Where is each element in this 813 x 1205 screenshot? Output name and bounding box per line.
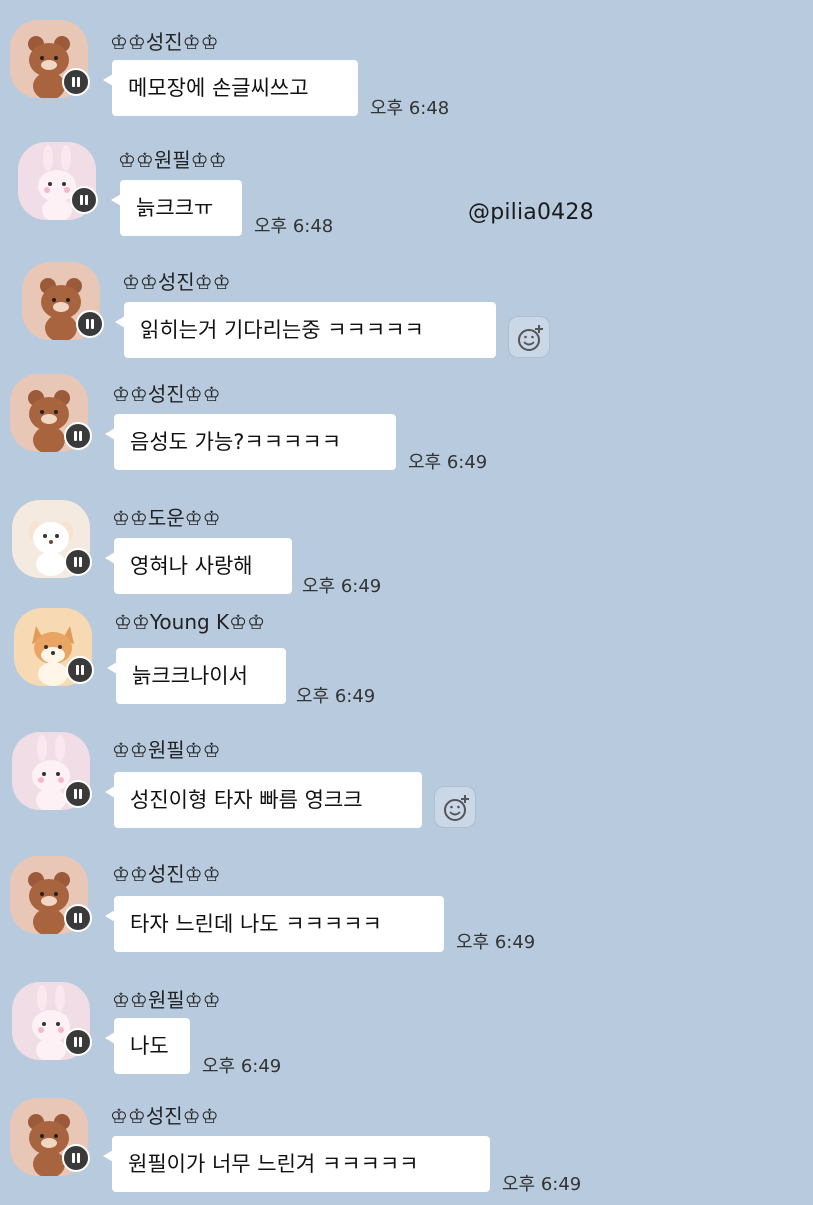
sender-name: ♔♔원필♔♔ [112, 738, 221, 762]
message-time: 오후 6:49 [456, 932, 536, 953]
message-bubble[interactable]: 늙크크ㅠ [111, 180, 242, 236]
channel-badge-icon [70, 186, 98, 214]
message-bubble[interactable]: 원필이가 너무 느린겨 ㅋㅋㅋㅋㅋ [103, 1136, 490, 1192]
chat-message: ♔♔원필♔♔ 성진이형 타자 빠름 영크크 [0, 730, 813, 845]
channel-badge-icon [64, 548, 92, 576]
add-reaction-icon[interactable] [434, 786, 476, 828]
message-bubble[interactable]: 성진이형 타자 빠름 영크크 [105, 772, 422, 828]
message-time: 오후 6:48 [254, 216, 334, 237]
sender-name: ♔♔Young K♔♔ [114, 610, 266, 634]
chat-message: ♔♔Young K♔♔ 늙크크나이서 오후 6:49 [0, 606, 813, 721]
chat-message: ♔♔성진♔♔ 원필이가 너무 느린겨 ㅋㅋㅋㅋㅋ 오후 6:49 [0, 1096, 813, 1205]
message-bubble[interactable]: 영혀나 사랑해 [105, 538, 292, 594]
message-time: 오후 6:49 [202, 1056, 282, 1077]
message-time: 오후 6:49 [296, 686, 376, 707]
message-time: 오후 6:49 [502, 1174, 582, 1195]
message-bubble[interactable]: 나도 [105, 1018, 190, 1074]
channel-badge-icon [64, 904, 92, 932]
chat-message: ♔♔성진♔♔ 읽히는거 기다리는중 ㅋㅋㅋㅋㅋ [0, 260, 813, 375]
sender-name: ♔♔원필♔♔ [112, 988, 221, 1012]
sender-name: ♔♔원필♔♔ [118, 148, 227, 172]
sender-name: ♔♔성진♔♔ [110, 1104, 219, 1128]
message-time: 오후 6:48 [370, 98, 450, 119]
message-time: 오후 6:49 [302, 576, 382, 597]
message-bubble[interactable]: 늙크크나이서 [107, 648, 286, 704]
chat-message: ♔♔성진♔♔ 타자 느린데 나도 ㅋㅋㅋㅋㅋ 오후 6:49 [0, 854, 813, 969]
channel-badge-icon [64, 422, 92, 450]
sender-name: ♔♔성진♔♔ [112, 862, 221, 886]
channel-badge-icon [64, 1028, 92, 1056]
chat-message: ♔♔성진♔♔ 메모장에 손글씨쓰고 오후 6:48 [0, 18, 813, 133]
sender-name: ♔♔성진♔♔ [110, 30, 219, 54]
message-bubble[interactable]: 음성도 가능?ㅋㅋㅋㅋㅋ [105, 414, 396, 470]
message-bubble[interactable]: 읽히는거 기다리는중 ㅋㅋㅋㅋㅋ [115, 302, 496, 358]
sender-name: ♔♔도운♔♔ [112, 506, 221, 530]
channel-badge-icon [64, 780, 92, 808]
sender-name: ♔♔성진♔♔ [112, 382, 221, 406]
chat-message: ♔♔도운♔♔ 영혀나 사랑해 오후 6:49 [0, 496, 813, 611]
message-bubble[interactable]: 메모장에 손글씨쓰고 [103, 60, 358, 116]
channel-badge-icon [66, 656, 94, 684]
message-bubble[interactable]: 타자 느린데 나도 ㅋㅋㅋㅋㅋ [105, 896, 444, 952]
channel-badge-icon [62, 1144, 90, 1172]
chat-message: ♔♔성진♔♔ 음성도 가능?ㅋㅋㅋㅋㅋ 오후 6:49 [0, 372, 813, 487]
message-time: 오후 6:49 [408, 452, 488, 473]
sender-name: ♔♔성진♔♔ [122, 270, 231, 294]
channel-badge-icon [76, 310, 104, 338]
chat-message: ♔♔원필♔♔ 나도 오후 6:49 [0, 980, 813, 1095]
chat-message: ♔♔원필♔♔ 늙크크ㅠ 오후 6:48 [0, 138, 813, 253]
channel-badge-icon [62, 68, 90, 96]
add-reaction-icon[interactable] [508, 316, 550, 358]
